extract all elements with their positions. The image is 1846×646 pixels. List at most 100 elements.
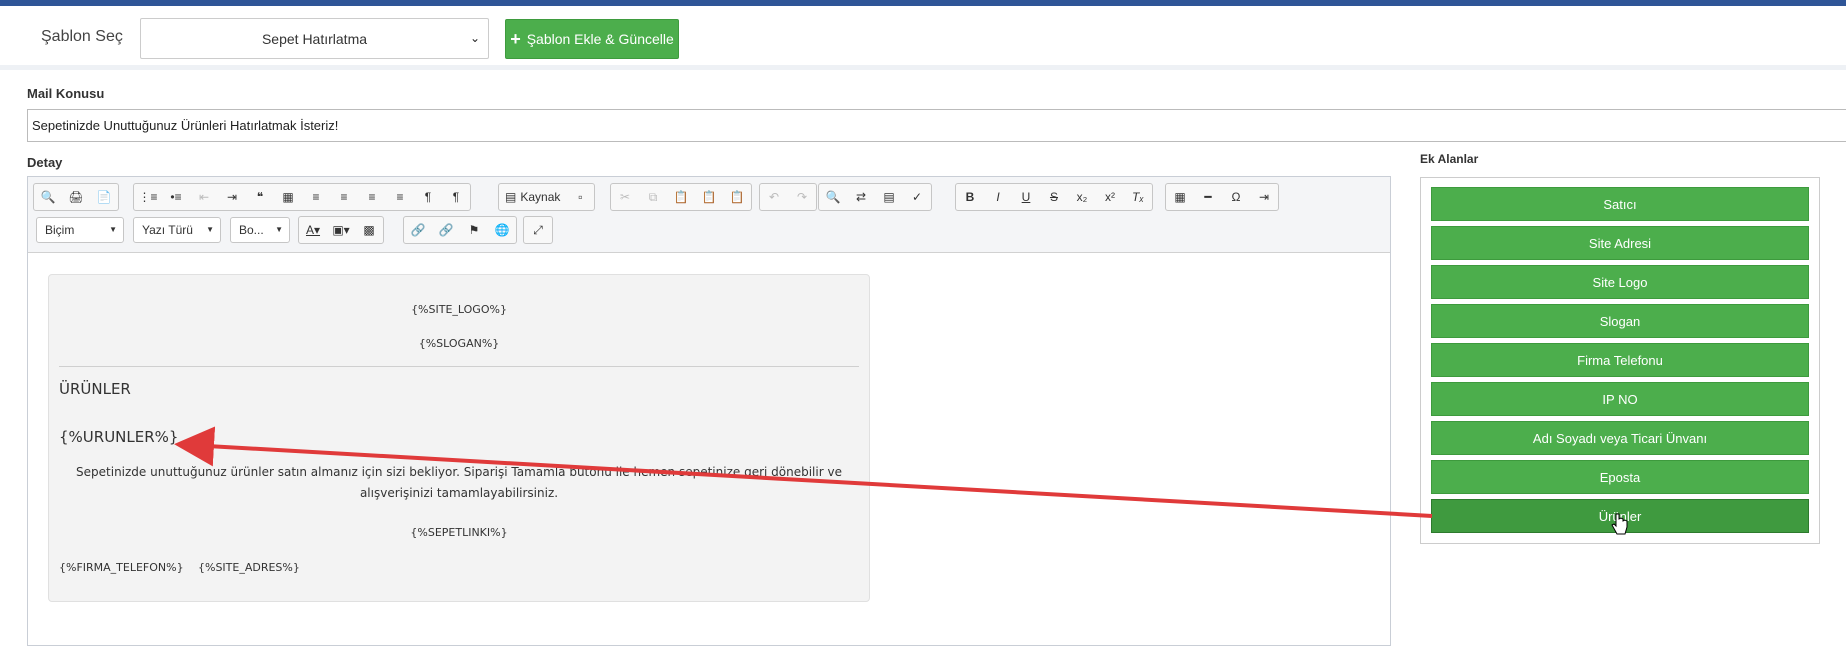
- clipboard-tools-group: ✂ ⧉ 📋 📋 📋: [610, 183, 752, 211]
- detail-label: Detay: [27, 155, 63, 170]
- rtl-icon[interactable]: ¶: [442, 184, 470, 210]
- link-icon[interactable]: 🔗: [404, 217, 432, 243]
- editor-toolbar: 🔍 🖨 📄 ⋮≡ •≡ ⇤ ⇥ ❝ ▦ ≡ ≡ ≡ ≡ ¶ ¶ ▤ Kaynak…: [28, 177, 1390, 253]
- chevron-down-icon: ▼: [206, 225, 214, 234]
- italic-icon[interactable]: I: [984, 184, 1012, 210]
- link-tools-group: 🔗 🔗 ⚑ 🌐: [403, 216, 517, 244]
- bold-icon[interactable]: B: [956, 184, 984, 210]
- find-icon[interactable]: 🔍: [819, 184, 847, 210]
- source-button[interactable]: ▤ Kaynak: [499, 184, 566, 210]
- formatting-tools-group: B I U S x₂ x² Tₓ: [955, 183, 1153, 211]
- cut-icon[interactable]: ✂: [611, 184, 639, 210]
- subscript-icon[interactable]: x₂: [1068, 184, 1096, 210]
- underline-icon[interactable]: U: [1012, 184, 1040, 210]
- indent-icon[interactable]: ⇥: [218, 184, 246, 210]
- unlink-icon[interactable]: 🔗: [432, 217, 460, 243]
- page-break-icon[interactable]: ⇥: [1250, 184, 1278, 210]
- copy-icon[interactable]: ⧉: [639, 184, 667, 210]
- superscript-icon[interactable]: x²: [1096, 184, 1124, 210]
- field-button-urunler[interactable]: Ürünler: [1431, 499, 1809, 533]
- replace-icon[interactable]: ⇄: [847, 184, 875, 210]
- maximize-icon[interactable]: ⤢: [524, 217, 552, 243]
- template-select[interactable]: Sepet Hatırlatma ⌄: [140, 18, 489, 59]
- slogan-placeholder: {%SLOGAN%}: [418, 337, 500, 350]
- strikethrough-icon[interactable]: S: [1040, 184, 1068, 210]
- undo-tools-group: ↶ ↷: [759, 183, 817, 211]
- divider: [59, 366, 859, 367]
- format-combo[interactable]: Biçim ▼: [36, 217, 124, 243]
- field-button-site-logo[interactable]: Site Logo: [1431, 265, 1809, 299]
- color-tools-group: A▾ ▣▾ ▩: [298, 216, 384, 244]
- blockquote-icon[interactable]: ❝: [246, 184, 274, 210]
- size-combo[interactable]: Bo... ▼: [230, 217, 290, 243]
- numbered-list-icon[interactable]: ⋮≡: [134, 184, 162, 210]
- background-color-icon[interactable]: ▣▾: [327, 217, 355, 243]
- font-combo-value: Yazı Türü: [142, 223, 193, 237]
- source-icon: ▤: [505, 190, 517, 204]
- source-label: Kaynak: [520, 190, 561, 204]
- products-placeholder: {%URUNLER%}: [59, 428, 179, 446]
- field-button-adi-soyadi[interactable]: Adı Soyadı veya Ticari Ünvanı: [1431, 421, 1809, 455]
- table-icon[interactable]: ▦: [1166, 184, 1194, 210]
- show-blocks-icon[interactable]: ▫: [566, 184, 594, 210]
- field-button-slogan[interactable]: Slogan: [1431, 304, 1809, 338]
- email-body-preview[interactable]: {%SITE_LOGO%} {%SLOGAN%} ÜRÜNLER {%URUNL…: [48, 274, 870, 602]
- font-combo[interactable]: Yazı Türü ▼: [133, 217, 221, 243]
- find-tools-group: 🔍 ⇄ ▤ ✓: [818, 183, 932, 211]
- text-color-icon[interactable]: A▾: [299, 217, 327, 243]
- anchor-icon[interactable]: ⚑: [460, 217, 488, 243]
- site-logo-placeholder: {%SITE_LOGO%}: [411, 303, 507, 316]
- select-all-icon[interactable]: ▤: [875, 184, 903, 210]
- redo-icon[interactable]: ↷: [788, 184, 816, 210]
- extra-fields-label: Ek Alanlar: [1420, 152, 1479, 166]
- list-tools-group: ⋮≡ •≡ ⇤ ⇥ ❝ ▦ ≡ ≡ ≡ ≡ ¶ ¶: [133, 183, 471, 211]
- subject-label: Mail Konusu: [27, 86, 105, 101]
- subject-input[interactable]: Sepetinizde Unuttuğunuz Ürünleri Hatırla…: [27, 109, 1846, 142]
- chevron-down-icon: ▼: [109, 225, 117, 234]
- template-select-label: Şablon Seç: [41, 28, 123, 45]
- chevron-down-icon: ⌄: [469, 31, 480, 45]
- bulleted-list-icon[interactable]: •≡: [162, 184, 190, 210]
- rich-text-editor: 🔍 🖨 📄 ⋮≡ •≡ ⇤ ⇥ ❝ ▦ ≡ ≡ ≡ ≡ ¶ ¶ ▤ Kaynak…: [27, 176, 1391, 646]
- templates-icon[interactable]: 📄: [90, 184, 118, 210]
- preview-icon[interactable]: 🔍: [34, 184, 62, 210]
- plus-icon: +: [510, 28, 521, 49]
- globe-icon[interactable]: 🌐: [488, 217, 516, 243]
- company-phone-placeholder: {%FIRMA_TELEFON%}: [59, 561, 184, 574]
- align-right-icon[interactable]: ≡: [358, 184, 386, 210]
- paste-icon[interactable]: 📋: [667, 184, 695, 210]
- print-icon[interactable]: 🖨: [62, 184, 90, 210]
- image-icon[interactable]: ▩: [355, 217, 383, 243]
- template-select-value: Sepet Hatırlatma: [261, 30, 368, 47]
- field-button-site-adresi[interactable]: Site Adresi: [1431, 226, 1809, 260]
- source-tools-group: ▤ Kaynak ▫: [498, 183, 596, 211]
- document-tools-group: 🔍 🖨 📄: [33, 183, 119, 211]
- subject-value: Sepetinizde Unuttuğunuz Ürünleri Hatırla…: [32, 118, 339, 133]
- justify-icon[interactable]: ≡: [386, 184, 414, 210]
- create-div-icon[interactable]: ▦: [274, 184, 302, 210]
- template-bar: Şablon Seç Sepet Hatırlatma ⌄ + Şablon E…: [0, 6, 1846, 70]
- remove-format-icon[interactable]: Tₓ: [1124, 184, 1152, 210]
- extra-fields-panel: Satıcı Site Adresi Site Logo Slogan Firm…: [1420, 177, 1820, 544]
- field-button-eposta[interactable]: Eposta: [1431, 460, 1809, 494]
- ltr-icon[interactable]: ¶: [414, 184, 442, 210]
- field-button-firma-telefonu[interactable]: Firma Telefonu: [1431, 343, 1809, 377]
- special-char-icon[interactable]: Ω: [1222, 184, 1250, 210]
- field-button-ip-no[interactable]: IP NO: [1431, 382, 1809, 416]
- chevron-down-icon: ▼: [275, 225, 283, 234]
- field-button-satici[interactable]: Satıcı: [1431, 187, 1809, 221]
- align-left-icon[interactable]: ≡: [302, 184, 330, 210]
- paste-word-icon[interactable]: 📋: [723, 184, 751, 210]
- align-center-icon[interactable]: ≡: [330, 184, 358, 210]
- outdent-icon[interactable]: ⇤: [190, 184, 218, 210]
- cart-link-placeholder: {%SEPETLINKI%}: [410, 526, 508, 539]
- spellcheck-icon[interactable]: ✓: [903, 184, 931, 210]
- products-heading: ÜRÜNLER: [59, 380, 131, 398]
- format-combo-value: Biçim: [45, 223, 75, 237]
- undo-icon[interactable]: ↶: [760, 184, 788, 210]
- size-combo-value: Bo...: [239, 223, 264, 237]
- description-text: Sepetinizde unuttuğunuz ürünler satın al…: [76, 465, 842, 500]
- horizontal-line-icon[interactable]: ━: [1194, 184, 1222, 210]
- add-update-template-button[interactable]: + Şablon Ekle & Güncelle: [505, 19, 679, 59]
- paste-text-icon[interactable]: 📋: [695, 184, 723, 210]
